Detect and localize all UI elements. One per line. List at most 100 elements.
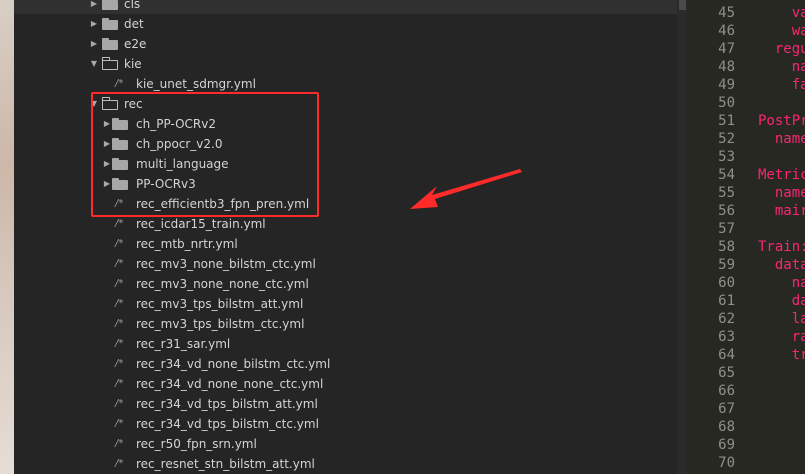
code-line[interactable] <box>758 382 798 400</box>
file-comment-icon: /* <box>115 398 124 409</box>
line-number: 45 <box>718 5 735 21</box>
folder-icon <box>102 38 118 50</box>
code-line[interactable]: na <box>758 274 805 292</box>
code-line[interactable]: fa <box>758 76 805 94</box>
annotation-highlight-box <box>91 92 319 217</box>
line-number: 56 <box>718 203 735 219</box>
tree-file-row[interactable]: /* rec_r50_fpn_srn.yml <box>14 434 677 454</box>
chevron-right-icon[interactable]: ▶ <box>89 14 99 34</box>
annotation-arrow <box>410 169 522 209</box>
code-line[interactable]: wa <box>758 22 805 40</box>
code-line[interactable] <box>758 418 798 436</box>
tree-item-label: rec_r34_vd_none_bilstm_ctc.yml <box>136 357 331 371</box>
tree-file-row[interactable]: /* rec_r34_vd_none_bilstm_ctc.yml <box>14 354 677 374</box>
line-number: 63 <box>718 329 735 345</box>
tree-item-label: cls <box>124 0 141 11</box>
tree-file-row[interactable]: /* rec_r34_vd_none_none_ctc.yml <box>14 374 677 394</box>
file-explorer-sidebar: ▶ cls ▶ det ▶ e2e ▼ kie/* kie_unet_sdmgr.yml ▼ rec… <box>14 0 677 474</box>
line-number: 47 <box>718 41 735 57</box>
file-comment-icon: /* <box>115 298 124 309</box>
code-line[interactable] <box>758 220 798 238</box>
line-number: 68 <box>718 419 735 435</box>
line-number: 48 <box>718 59 735 75</box>
tree-item-label: det <box>124 17 144 31</box>
chevron-down-icon[interactable]: ▼ <box>89 54 99 74</box>
file-comment-icon: /* <box>115 458 124 469</box>
code-line[interactable] <box>758 364 798 382</box>
line-number: 65 <box>718 365 735 381</box>
line-number: 53 <box>718 149 735 165</box>
code-line[interactable]: name <box>758 130 805 148</box>
code-line[interactable] <box>758 148 798 166</box>
file-comment-icon: /* <box>115 218 124 229</box>
file-comment-icon: /* <box>115 278 124 289</box>
folder-icon <box>102 0 118 10</box>
tree-item-label: rec_r34_vd_tps_bilstm_att.yml <box>136 397 318 411</box>
line-number: 55 <box>718 185 735 201</box>
sidebar-scrollbar-thumb[interactable] <box>679 0 686 10</box>
line-number: 66 <box>718 383 735 399</box>
code-line[interactable]: da <box>758 292 805 310</box>
file-comment-icon: /* <box>115 358 124 369</box>
code-line[interactable]: Metric <box>758 166 805 184</box>
code-line[interactable] <box>758 436 798 454</box>
line-number: 50 <box>718 95 735 111</box>
code-line[interactable] <box>758 94 798 112</box>
line-number: 69 <box>718 437 735 453</box>
tree-file-row[interactable]: /* rec_mv3_tps_bilstm_att.yml <box>14 294 677 314</box>
tree-item-label: rec_mv3_tps_bilstm_att.yml <box>136 297 304 311</box>
code-line[interactable]: na <box>758 58 805 76</box>
tree-item-label: rec_r31_sar.yml <box>136 337 231 351</box>
tree-file-row[interactable]: /* rec_mv3_none_none_ctc.yml <box>14 274 677 294</box>
code-line[interactable]: data <box>758 256 805 274</box>
sidebar-scrollbar[interactable] <box>677 0 687 474</box>
tree-file-row[interactable]: /* rec_mtb_nrtr.yml <box>14 234 677 254</box>
tree-file-row[interactable]: /* rec_resnet_stn_bilstm_att.yml <box>14 454 677 474</box>
line-number: 57 <box>718 221 735 237</box>
code-editor-pane[interactable]: 45 va 46 wa 47 regu 48 na 49 fa 50 51 PostPr 52 … <box>687 0 805 474</box>
code-line[interactable]: la <box>758 310 805 328</box>
tree-item-label: rec_r34_vd_none_none_ctc.yml <box>136 377 324 391</box>
code-line[interactable] <box>758 400 798 418</box>
file-comment-icon: /* <box>115 438 124 449</box>
line-number: 54 <box>718 167 735 183</box>
tree-file-row[interactable]: /* rec_r31_sar.yml <box>14 334 677 354</box>
code-line[interactable]: regu <box>758 40 805 58</box>
folder-icon <box>102 18 118 30</box>
code-line[interactable]: Train: <box>758 238 805 256</box>
line-number: 60 <box>718 275 735 291</box>
tree-file-row[interactable]: /* rec_mv3_none_bilstm_ctc.yml <box>14 254 677 274</box>
tree-file-row[interactable]: /* rec_r34_vd_tps_bilstm_ctc.yml <box>14 414 677 434</box>
tree-file-row[interactable]: /* rec_r34_vd_tps_bilstm_att.yml <box>14 394 677 414</box>
code-line[interactable] <box>758 454 798 472</box>
tree-file-row[interactable]: /* rec_mv3_tps_bilstm_ctc.yml <box>14 314 677 334</box>
tree-item-label: rec_mv3_none_bilstm_ctc.yml <box>136 257 316 271</box>
tree-item-label: kie_unet_sdmgr.yml <box>136 77 256 91</box>
folder-open-icon <box>102 57 118 70</box>
code-line[interactable]: mair <box>758 202 805 220</box>
tree-file-row[interactable]: /* rec_icdar15_train.yml <box>14 214 677 234</box>
tree-item-label: rec_r34_vd_tps_bilstm_ctc.yml <box>136 417 319 431</box>
file-comment-icon: /* <box>115 238 124 249</box>
code-line[interactable]: ra <box>758 328 805 346</box>
chevron-right-icon[interactable]: ▶ <box>89 0 99 14</box>
code-line[interactable]: va <box>758 4 805 22</box>
line-number: 67 <box>718 401 735 417</box>
line-number: 52 <box>718 131 735 147</box>
chevron-right-icon[interactable]: ▶ <box>89 34 99 54</box>
file-comment-icon: /* <box>115 378 124 389</box>
code-line[interactable]: tr <box>758 346 805 364</box>
line-number: 62 <box>718 311 735 327</box>
code-line[interactable]: name <box>758 184 805 202</box>
tree-folder-row[interactable]: ▼ kie <box>14 54 677 74</box>
line-number: 51 <box>718 113 735 129</box>
file-comment-icon: /* <box>115 338 124 349</box>
line-number: 64 <box>718 347 735 363</box>
line-number: 70 <box>718 455 735 471</box>
code-line[interactable]: PostPr <box>758 112 805 130</box>
tree-folder-row[interactable]: ▶ cls <box>14 0 677 14</box>
file-comment-icon: /* <box>115 418 124 429</box>
tree-folder-row[interactable]: ▶ e2e <box>14 34 677 54</box>
tree-file-row[interactable]: /* kie_unet_sdmgr.yml <box>14 74 677 94</box>
tree-folder-row[interactable]: ▶ det <box>14 14 677 34</box>
